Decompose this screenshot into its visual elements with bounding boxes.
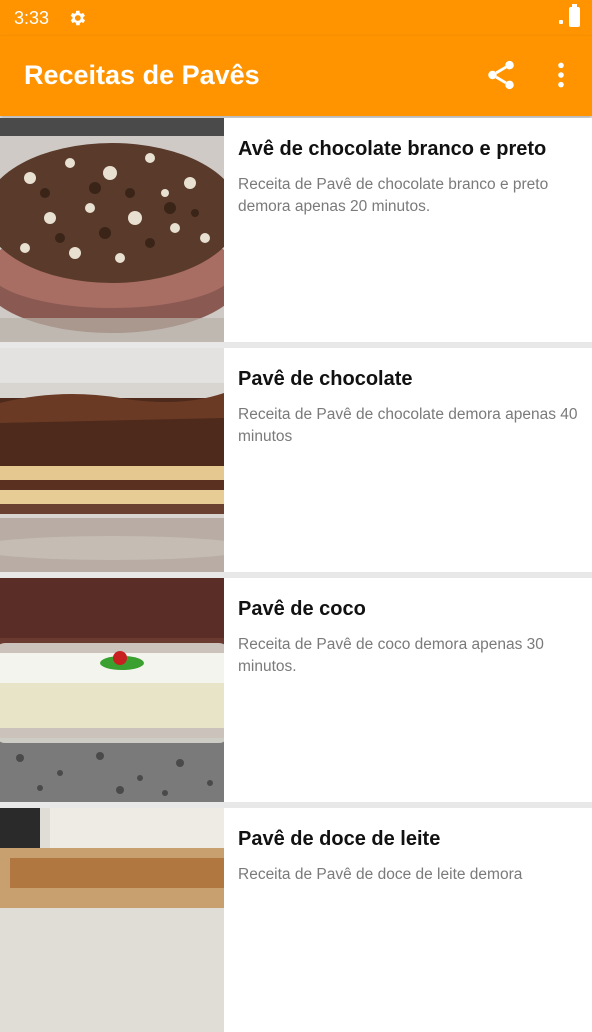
recipe-description: Receita de Pavê de doce de leite demora [238,866,523,883]
recipe-title: Pavê de doce de leite [238,828,441,850]
app-bar: Receitas de Pavês [0,36,592,116]
recipe-thumbnail [0,808,224,1032]
recipe-description: Receita de Pavê de coco demora apenas 30… [238,636,544,675]
recipe-card[interactable]: Pavê de coco Receita de Pavê de coco dem… [0,578,592,802]
gear-icon [70,10,86,26]
signal-icon [559,20,563,24]
recipe-title: Pavê de chocolate [238,368,413,390]
recipe-description: Receita de Pavê de chocolate branco e pr… [238,176,549,215]
recipe-description: Receita de Pavê de chocolate demora apen… [238,406,578,445]
recipe-card[interactable]: Pavê de chocolate Receita de Pavê de cho… [0,348,592,572]
more-vert-icon[interactable] [548,60,574,90]
recipe-title: Avê de chocolate branco e preto [238,138,547,160]
recipe-card[interactable]: Avê de chocolate branco e preto Receita … [0,118,592,342]
app-title: Receitas de Pavês [24,60,260,90]
status-indicators [559,4,580,27]
recipe-card[interactable]: Pavê de doce de leite Receita de Pavê de… [0,808,592,1032]
battery-icon [569,4,580,27]
status-bar: 3:33 [0,0,592,36]
recipe-thumbnail [0,118,224,342]
recipe-thumbnail [0,578,224,802]
share-icon[interactable] [484,58,518,92]
status-time: 3:33 [14,8,50,28]
recipe-thumbnail [0,348,224,572]
recipe-title: Pavê de coco [238,598,366,620]
